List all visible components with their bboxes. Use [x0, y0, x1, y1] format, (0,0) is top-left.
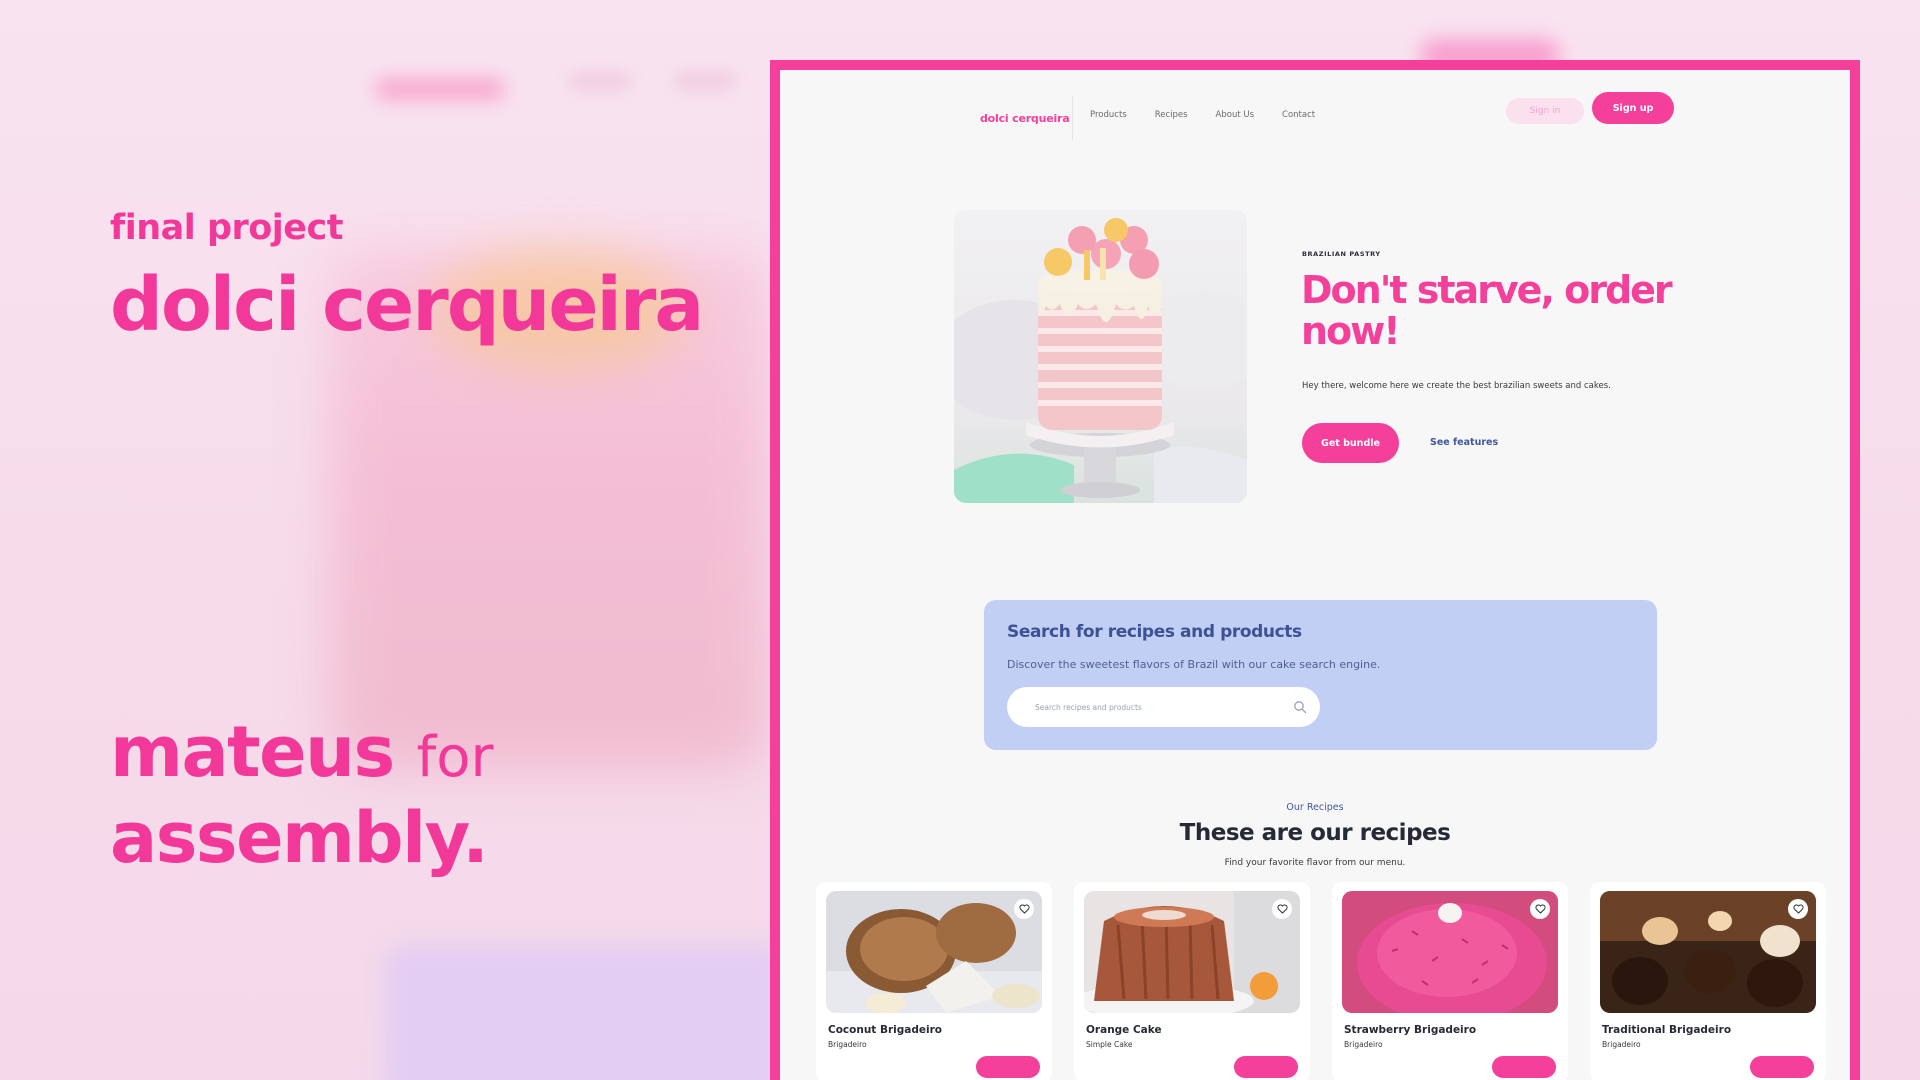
heart-icon [1534, 904, 1546, 914]
author-name: mateus [110, 711, 395, 793]
recipe-image-traditional-brigadeiro [1600, 891, 1816, 1013]
recipe-name: Strawberry Brigadeiro [1344, 1024, 1477, 1036]
author-for: for [416, 725, 494, 790]
search-section: Search for recipes and products Discover… [984, 600, 1657, 750]
recipe-image-strawberry-brigadeiro [1342, 891, 1558, 1013]
hero-title: Don't starve, order now! [1301, 268, 1673, 353]
recipes-subtitle: Find your favorite flavor from our menu. [1224, 858, 1406, 868]
recipe-category: Brigadeiro [1344, 1040, 1383, 1049]
recipe-card[interactable]: Traditional Brigadeiro Brigadeiro [1590, 882, 1826, 1080]
hero-description: Hey there, welcome here we create the be… [1302, 381, 1611, 391]
see-features-link[interactable]: See features [1430, 437, 1498, 448]
search-title: Search for recipes and products [1007, 622, 1302, 642]
author-company: assembly. [110, 797, 489, 879]
search-icon[interactable] [1293, 700, 1307, 714]
recipe-category: Brigadeiro [1602, 1040, 1641, 1049]
recipes-overline: Our Recipes [1286, 802, 1344, 813]
recipe-action-button[interactable] [1750, 1056, 1814, 1078]
recipe-name: Traditional Brigadeiro [1602, 1024, 1732, 1036]
recipe-card[interactable]: Orange Cake Simple Cake [1074, 882, 1310, 1080]
recipe-category: Simple Cake [1086, 1040, 1133, 1049]
blurred-nav-item [675, 74, 735, 88]
heart-icon [1018, 904, 1030, 914]
get-bundle-button[interactable]: Get bundle [1302, 423, 1399, 463]
slide-subtitle: final project [110, 208, 344, 248]
favorite-button[interactable] [1530, 899, 1550, 919]
website-frame: dolci cerqueira Products Recipes About U… [770, 60, 1860, 1080]
nav-contact[interactable]: Contact [1282, 110, 1315, 120]
blurred-nav-item [570, 74, 630, 88]
blurred-search-box [385, 945, 785, 1080]
recipe-card[interactable]: Strawberry Brigadeiro Brigadeiro [1332, 882, 1568, 1080]
nav-links: Products Recipes About Us Contact [1090, 110, 1315, 120]
recipe-name: Coconut Brigadeiro [828, 1024, 942, 1036]
slide-author: mateus for assembly. [110, 712, 494, 878]
sign-up-button[interactable]: Sign up [1592, 92, 1674, 124]
nav-about-us[interactable]: About Us [1216, 110, 1254, 120]
recipe-cards: Coconut Brigadeiro Brigadeiro Orange Cak… [816, 882, 1826, 1080]
search-subtitle: Discover the sweetest flavors of Brazil … [1007, 658, 1381, 671]
recipe-name: Orange Cake [1086, 1024, 1162, 1036]
website: dolci cerqueira Products Recipes About U… [780, 70, 1850, 1080]
nav-products[interactable]: Products [1090, 110, 1127, 120]
heart-icon [1276, 904, 1288, 914]
sign-in-button[interactable]: Sign in [1506, 98, 1584, 124]
search-bar [1007, 687, 1320, 727]
recipes-title: These are our recipes [1179, 820, 1451, 846]
favorite-button[interactable] [1272, 899, 1292, 919]
recipe-action-button[interactable] [1234, 1056, 1298, 1078]
top-nav: dolci cerqueira Products Recipes About U… [780, 70, 1850, 150]
recipe-image-coconut-brigadeiro [826, 891, 1042, 1013]
favorite-button[interactable] [1014, 899, 1034, 919]
slide-title: dolci cerqueira [110, 262, 704, 348]
recipe-action-button[interactable] [976, 1056, 1040, 1078]
hero-tag: BRAZILIAN PASTRY [1302, 250, 1381, 258]
nav-divider [1072, 96, 1073, 140]
recipe-image-orange-cake [1084, 891, 1300, 1013]
hero-cake-image [954, 210, 1247, 503]
favorite-button[interactable] [1788, 899, 1808, 919]
search-input[interactable] [1007, 687, 1287, 727]
recipe-category: Brigadeiro [828, 1040, 867, 1049]
recipe-action-button[interactable] [1492, 1056, 1556, 1078]
nav-recipes[interactable]: Recipes [1155, 110, 1188, 120]
heart-icon [1792, 904, 1804, 914]
blurred-nav-pill [375, 78, 505, 100]
recipe-card[interactable]: Coconut Brigadeiro Brigadeiro [816, 882, 1052, 1080]
logo[interactable]: dolci cerqueira [980, 112, 1070, 125]
